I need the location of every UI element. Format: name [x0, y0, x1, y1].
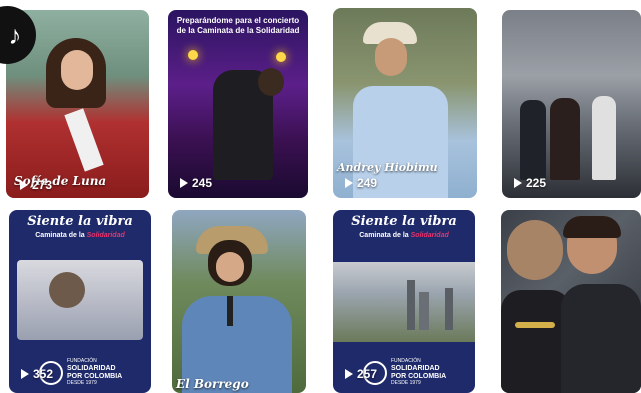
- video-tile-6[interactable]: El Borrego: [172, 210, 306, 393]
- promo-title: Siente la vibra: [351, 214, 457, 229]
- overlay-name: El Borrego: [176, 377, 249, 391]
- view-count-label: 249: [357, 176, 378, 190]
- video-tile-7[interactable]: Siente la vibra Caminata de la Solidarid…: [333, 210, 475, 393]
- view-count: 257: [345, 367, 377, 381]
- view-count: 249: [345, 176, 377, 190]
- view-count: 273: [20, 178, 52, 192]
- view-count-label: 225: [526, 176, 547, 190]
- foundation-logo: FUNDACIÓN SOLIDARIDAD POR COLOMBIA DESDE…: [391, 358, 447, 387]
- video-tile-2[interactable]: Preparándome para el concierto de la Cam…: [168, 10, 308, 198]
- view-count: 245: [180, 176, 212, 190]
- play-icon: [345, 178, 353, 188]
- promo-subtitle: Caminata de la Solidaridad: [359, 232, 449, 239]
- view-count-label: 257: [357, 367, 378, 381]
- video-grid: Sofía de Luna 273 ♪ Preparándome para el…: [0, 0, 641, 393]
- video-tile-5[interactable]: Siente la vibra Caminata de la Solidarid…: [9, 210, 151, 393]
- view-count: 225: [514, 176, 546, 190]
- play-icon: [514, 178, 522, 188]
- play-icon: [345, 369, 353, 379]
- play-icon: [21, 369, 29, 379]
- overlay-name: Andrey Hiobimu: [337, 161, 438, 174]
- view-count-label: 273: [32, 178, 53, 192]
- view-count: 352: [21, 367, 53, 381]
- play-icon: [20, 180, 28, 190]
- foundation-logo: FUNDACIÓN SOLIDARIDAD POR COLOMBIA DESDE…: [67, 358, 123, 387]
- play-icon: [180, 178, 188, 188]
- video-tile-4[interactable]: 225: [502, 10, 641, 198]
- video-tile-3[interactable]: Andrey Hiobimu 249: [333, 8, 477, 198]
- view-count-label: 245: [192, 176, 213, 190]
- view-count-label: 352: [33, 367, 54, 381]
- video-tile-8[interactable]: [501, 210, 641, 393]
- promo-subtitle: Caminata de la Solidaridad: [35, 232, 125, 239]
- video-caption: Preparándome para el concierto de la Cam…: [176, 16, 300, 36]
- promo-title: Siente la vibra: [27, 214, 133, 229]
